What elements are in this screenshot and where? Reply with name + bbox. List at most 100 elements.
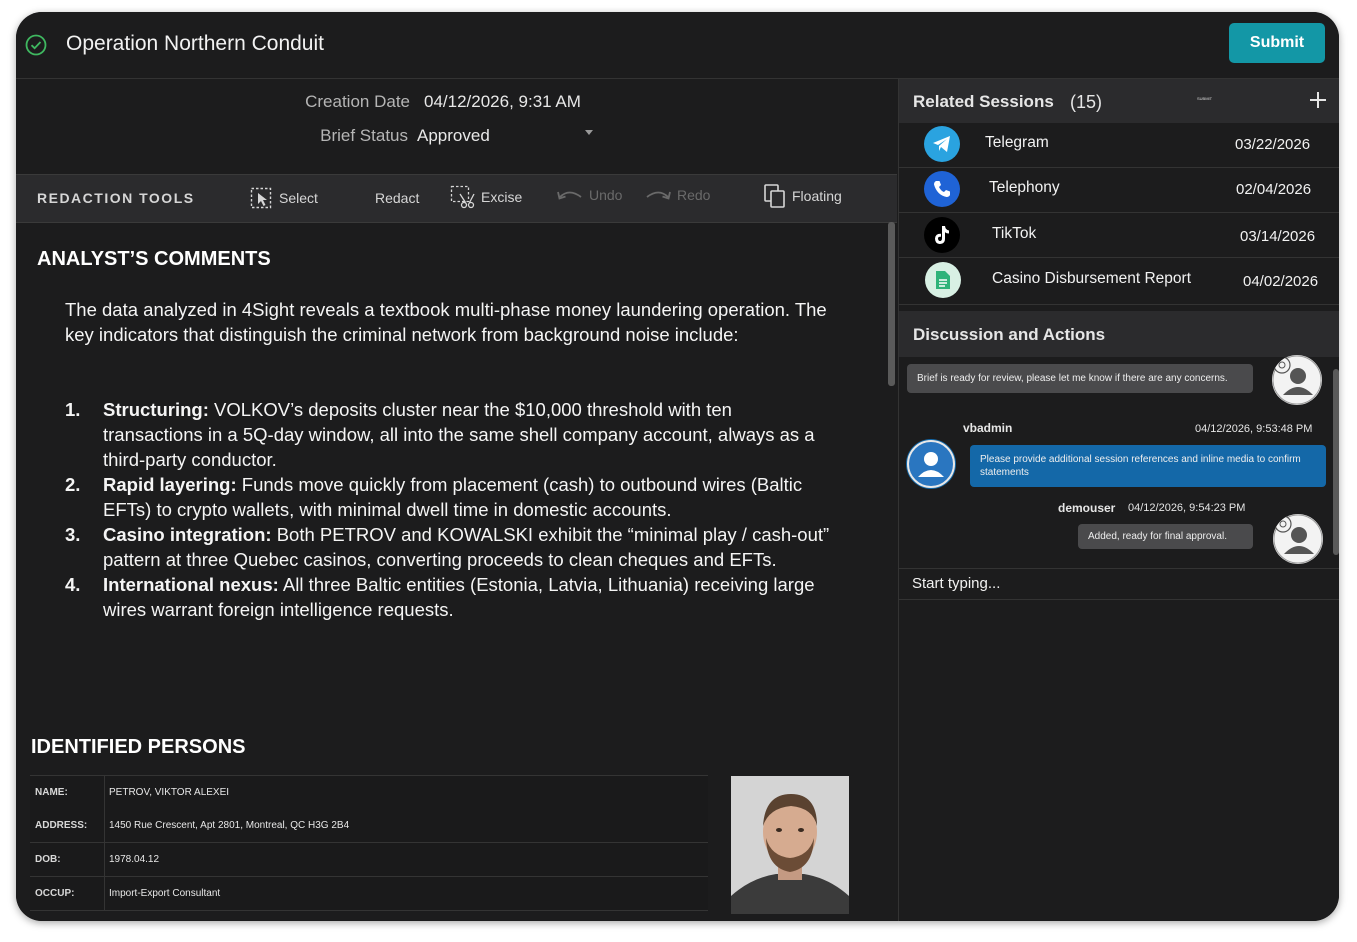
list-item-text: VOLKOV’s deposits cluster near the $10,0… bbox=[103, 399, 815, 470]
undo-icon bbox=[557, 191, 582, 200]
table-row: ADDRESS: 1450 Rue Crescent, Apt 2801, Mo… bbox=[30, 809, 708, 843]
redact-label: Redact bbox=[375, 190, 420, 206]
excise-tool-button[interactable]: Excise bbox=[450, 185, 522, 209]
brief-panel: Creation Date 04/12/2026, 9:31 AM Brief … bbox=[16, 79, 897, 921]
select-label: Select bbox=[279, 190, 318, 206]
floating-label: Floating bbox=[792, 188, 842, 204]
table-row: NAME: PETROV, VIKTOR ALEXEI bbox=[30, 775, 708, 810]
cell-divider bbox=[104, 843, 105, 876]
field-label: DOB: bbox=[35, 854, 61, 865]
list-item-title: Structuring: bbox=[103, 399, 209, 420]
redo-label: Redo bbox=[677, 187, 711, 203]
list-item-title: Casino integration: bbox=[103, 524, 272, 545]
avatar bbox=[1273, 514, 1323, 564]
floating-button[interactable]: Floating bbox=[763, 183, 842, 209]
list-number: 3. bbox=[65, 524, 81, 545]
phone-icon bbox=[924, 171, 960, 207]
message-author: vbadmin bbox=[963, 421, 1013, 435]
session-item-casino-report[interactable]: Casino Disbursement Report 04/02/2026 bbox=[899, 258, 1339, 305]
list-number: 2. bbox=[65, 474, 81, 495]
field-label: NAME: bbox=[35, 787, 68, 798]
undo-label: Undo bbox=[589, 187, 623, 203]
avatar bbox=[1272, 355, 1322, 405]
session-name: TikTok bbox=[992, 225, 1037, 242]
session-date: 03/22/2026 bbox=[1235, 136, 1311, 153]
message-author: demouser bbox=[1058, 501, 1116, 515]
cell-divider bbox=[104, 776, 105, 809]
discussion-header: Discussion and Actions bbox=[899, 311, 1339, 357]
redact-tool-button[interactable]: Redact bbox=[375, 190, 419, 206]
app-window: Operation Northern Conduit Submit Creati… bbox=[16, 12, 1339, 921]
session-date: 03/14/2026 bbox=[1240, 228, 1316, 245]
undo-button[interactable]: Undo bbox=[556, 187, 622, 203]
tiny-submit-label: SUBMIT bbox=[1197, 96, 1213, 101]
list-item-title: Rapid layering: bbox=[103, 474, 237, 495]
redo-button[interactable]: Redo bbox=[644, 187, 710, 203]
chevron-down-icon[interactable] bbox=[585, 130, 593, 135]
table-row: DOB: 1978.04.12 bbox=[30, 843, 708, 877]
message-bubble: Added, ready for final approval. bbox=[1078, 524, 1253, 549]
cell-divider bbox=[104, 877, 105, 910]
select-icon bbox=[250, 187, 272, 209]
list-item: 3. Casino integration: Both PETROV and KO… bbox=[65, 522, 835, 572]
excise-label: Excise bbox=[481, 189, 523, 205]
session-name: Telephony bbox=[989, 179, 1060, 196]
submit-button[interactable]: Submit bbox=[1229, 23, 1325, 63]
creation-date-value: 04/12/2026, 9:31 AM bbox=[424, 92, 581, 111]
field-value: PETROV, VIKTOR ALEXEI bbox=[109, 787, 230, 798]
session-item-telephony[interactable]: Telephony 02/04/2026 bbox=[899, 168, 1339, 213]
redaction-toolbar: REDACTION TOOLS Select Redact Excise Und… bbox=[16, 174, 897, 223]
list-item: 2. Rapid layering: Funds move quickly fro… bbox=[65, 472, 835, 522]
tiktok-icon bbox=[924, 217, 960, 253]
discussion-title: Discussion and Actions bbox=[913, 325, 1106, 344]
brief-status-select[interactable]: Approved bbox=[417, 126, 490, 146]
list-item: 4. International nexus: All three Baltic … bbox=[65, 572, 835, 622]
field-label: ADDRESS: bbox=[35, 820, 88, 831]
avatar bbox=[906, 439, 956, 489]
toolbar-title: REDACTION TOOLS bbox=[37, 190, 195, 206]
message-time: 04/12/2026, 9:54:23 PM bbox=[1128, 502, 1246, 514]
indicator-list: 1. Structuring: VOLKOV’s deposits cluster… bbox=[65, 397, 835, 622]
message-input-placeholder: Start typing... bbox=[912, 575, 1001, 592]
related-sessions-count: (15) bbox=[1070, 92, 1103, 112]
cell-divider bbox=[104, 809, 105, 842]
telegram-icon bbox=[924, 126, 960, 162]
creation-date-label: Creation Date bbox=[305, 92, 410, 111]
table-row: OCCUP: Import-Export Consultant bbox=[30, 877, 708, 911]
list-number: 1. bbox=[65, 399, 81, 420]
session-item-tiktok[interactable]: TikTok 03/14/2026 bbox=[899, 213, 1339, 258]
list-number: 4. bbox=[65, 574, 81, 595]
comments-intro: The data analyzed in 4Sight reveals a te… bbox=[65, 299, 827, 345]
field-value: Import-Export Consultant bbox=[109, 888, 221, 899]
sidebar-panel: Related Sessions (15) SUBMIT Telegram 03… bbox=[898, 79, 1339, 921]
comments-heading: ANALYST’S COMMENTS bbox=[37, 248, 271, 270]
field-label: OCCUP: bbox=[35, 888, 75, 899]
redo-icon bbox=[646, 191, 671, 200]
message-input[interactable]: Start typing... bbox=[899, 568, 1339, 600]
person-photo bbox=[731, 776, 849, 914]
document-icon bbox=[925, 262, 961, 298]
session-name: Telegram bbox=[985, 134, 1049, 151]
excise-icon bbox=[450, 185, 475, 209]
session-name: Casino Disbursement Report bbox=[992, 270, 1192, 287]
content-scrollbar[interactable] bbox=[888, 222, 895, 386]
check-circle-icon bbox=[25, 34, 47, 56]
select-tool-button[interactable]: Select bbox=[250, 187, 318, 209]
brief-content: ANALYST’S COMMENTS The data analyzed in … bbox=[16, 222, 888, 921]
brief-status-label: Brief Status bbox=[320, 126, 408, 145]
session-item-telegram[interactable]: Telegram 03/22/2026 bbox=[899, 123, 1339, 168]
message-bubble: Brief is ready for review, please let me… bbox=[907, 364, 1253, 393]
related-sessions-title: Related Sessions bbox=[913, 92, 1054, 111]
message-bubble: Please provide additional session refere… bbox=[970, 445, 1326, 487]
discussion-scrollbar[interactable] bbox=[1333, 369, 1339, 555]
list-item: 1. Structuring: VOLKOV’s deposits cluster… bbox=[65, 397, 835, 472]
persons-heading: IDENTIFIED PERSONS bbox=[31, 736, 246, 758]
plus-icon[interactable] bbox=[1309, 91, 1327, 109]
portrait-image bbox=[731, 776, 849, 914]
list-item-title: International nexus: bbox=[103, 574, 279, 595]
related-sessions-header: Related Sessions (15) SUBMIT bbox=[899, 79, 1339, 123]
copy-icon bbox=[764, 184, 785, 208]
session-date: 04/02/2026 bbox=[1243, 273, 1319, 290]
title-bar: Operation Northern Conduit Submit bbox=[16, 12, 1339, 79]
session-date: 02/04/2026 bbox=[1236, 181, 1312, 198]
